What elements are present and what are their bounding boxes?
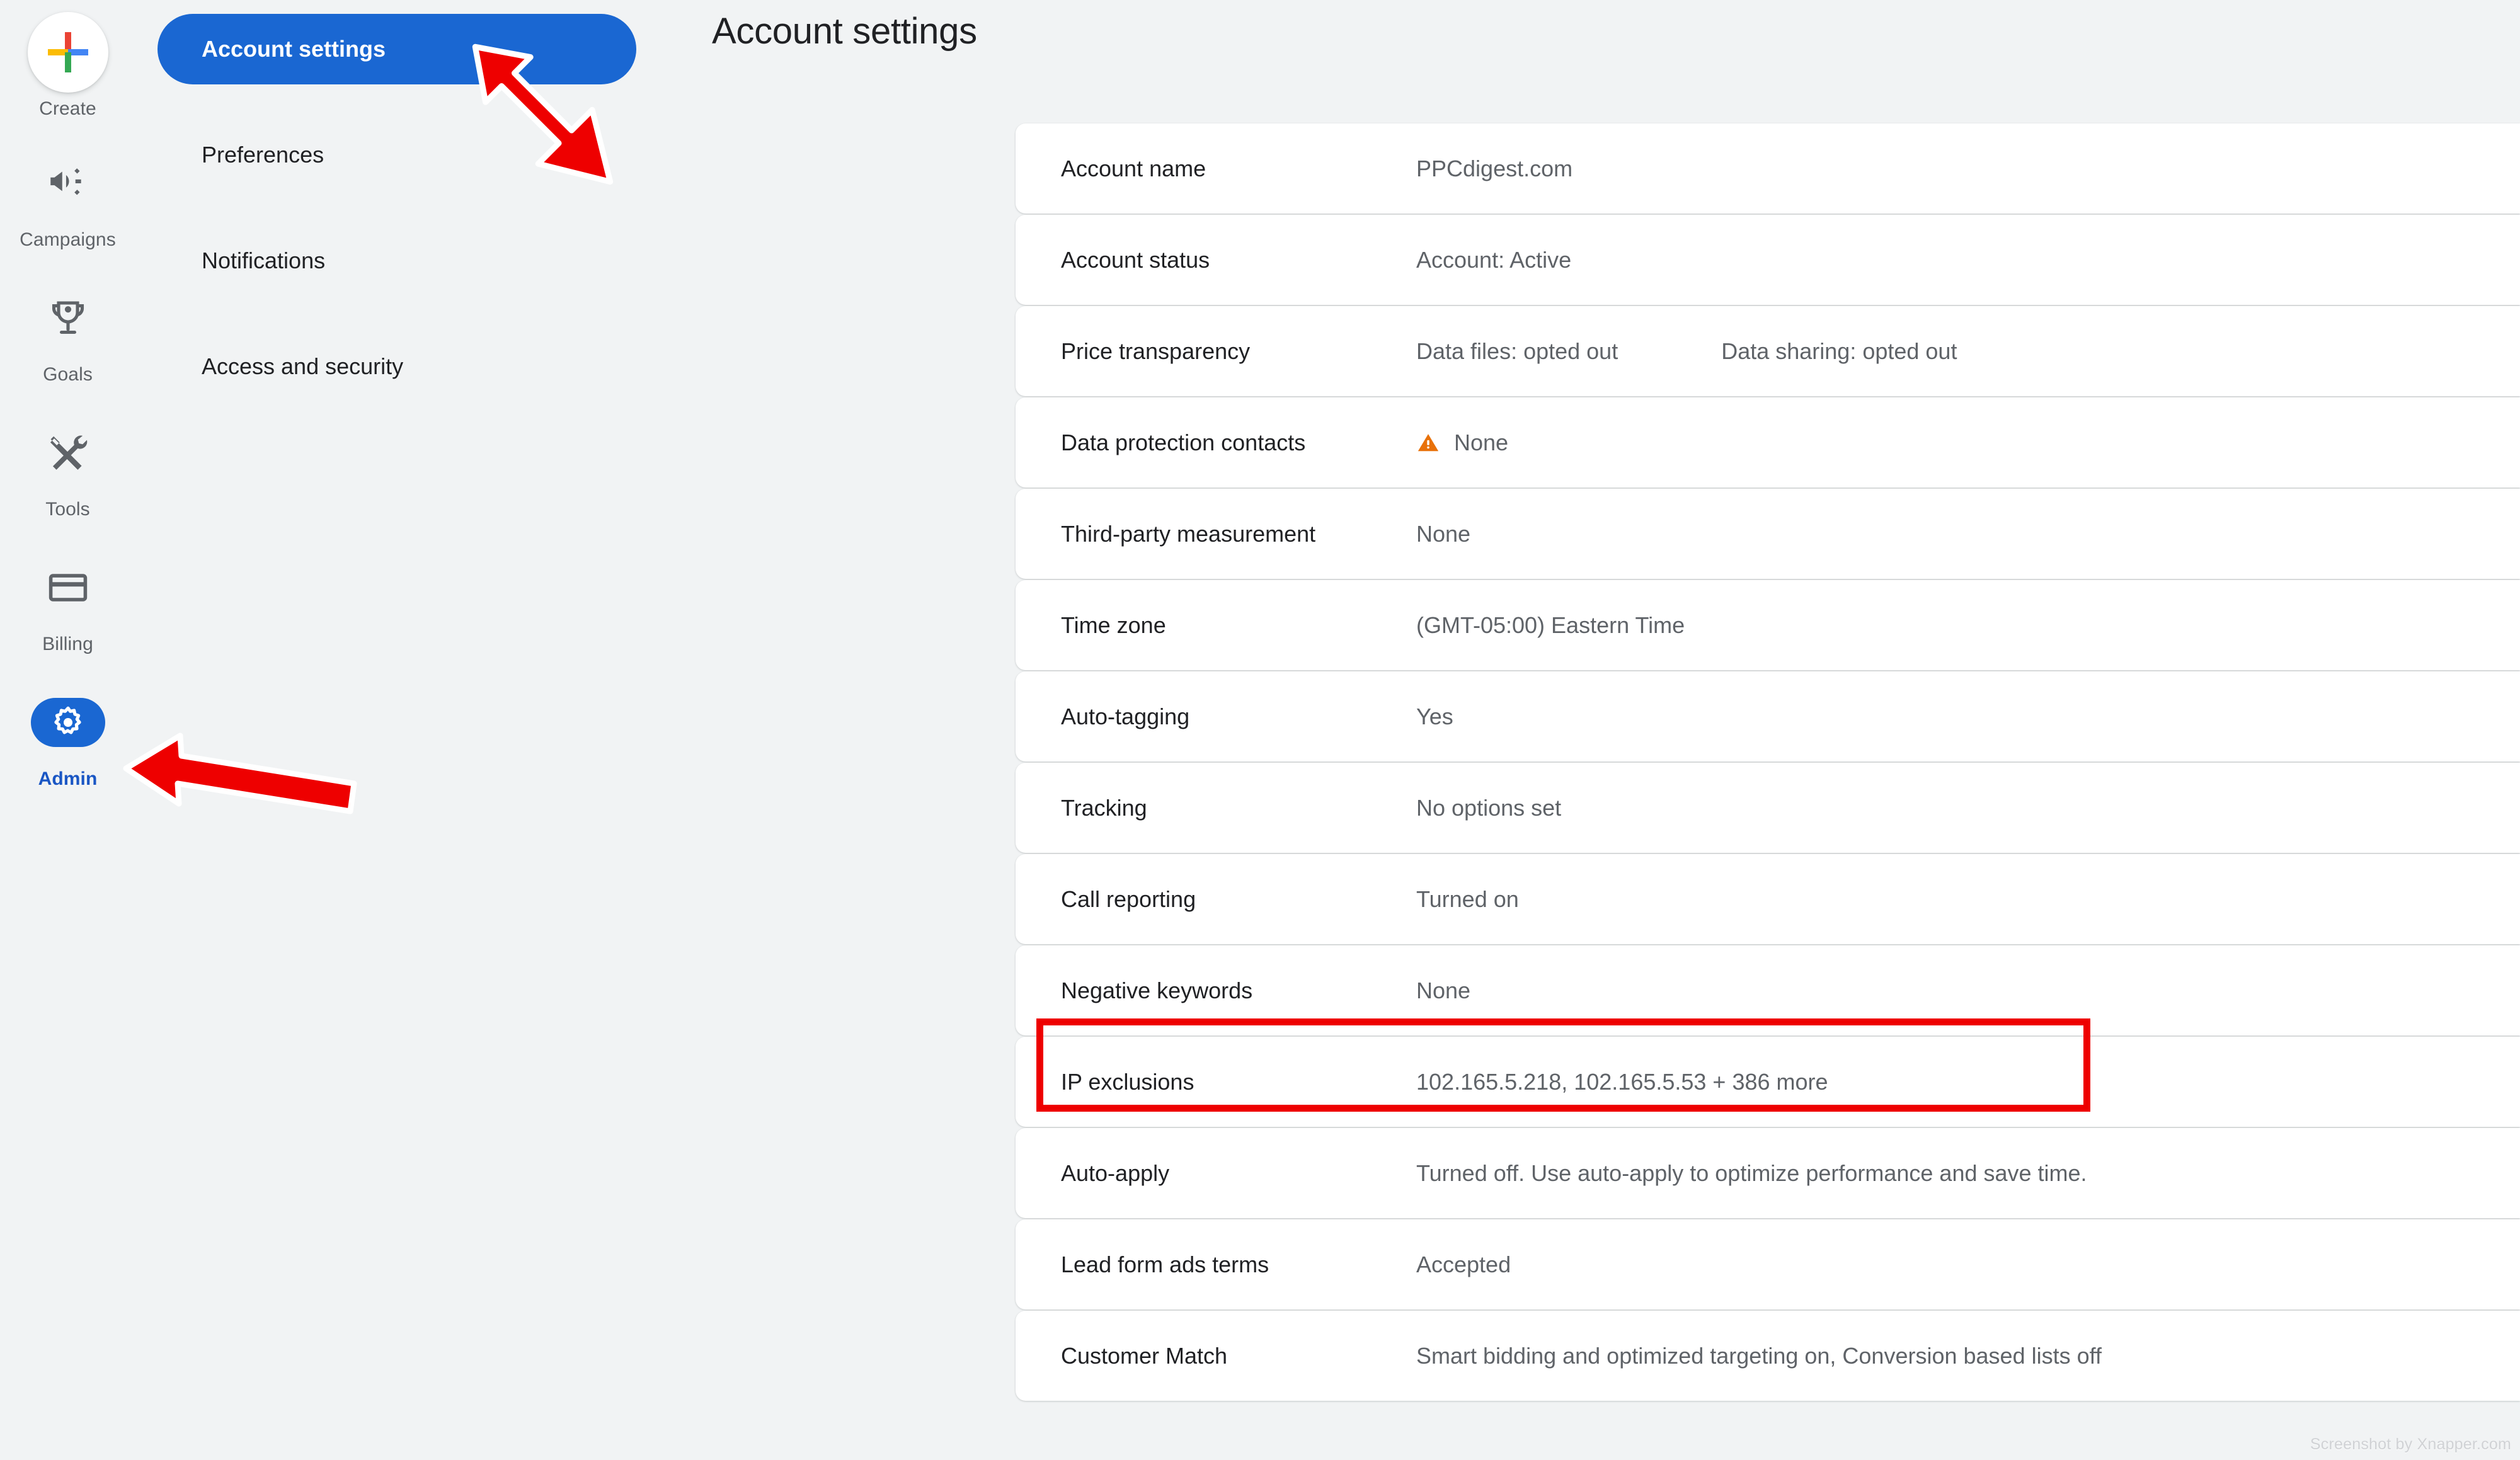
megaphone-icon [50,168,81,195]
nav-label-preferences: Preferences [202,142,324,168]
nav-item-account-settings[interactable]: Account settings [158,14,636,84]
rail-item-goals[interactable]: Goals [0,277,135,385]
gear-icon [54,706,81,734]
row-value: Turned on [1416,886,1519,912]
annotation-arrow-admin [123,733,357,814]
rail-label-admin: Admin [38,768,98,789]
rail-item-tools[interactable]: Tools [0,412,135,520]
secondary-nav: Account settings Preferences Notificatio… [158,14,636,437]
table-row[interactable]: Third-party measurement None [1016,489,2520,579]
row-label: Negative keywords [1061,977,1253,1003]
nav-item-access-and-security[interactable]: Access and security [158,331,636,402]
row-value: Account: Active [1416,246,1572,273]
nav-item-preferences[interactable]: Preferences [158,120,636,190]
table-row[interactable]: Customer Match Smart bidding and optimiz… [1016,1311,2520,1401]
table-row[interactable]: Price transparency Data files: opted out… [1016,306,2520,396]
rail-label-create: Create [39,98,96,119]
table-row-ip-exclusions[interactable]: IP exclusions 102.165.5.218, 102.165.5.5… [1016,1037,2520,1127]
table-row[interactable]: Auto-apply Turned off. Use auto-apply to… [1016,1128,2520,1218]
nav-label-notifications: Notifications [202,248,326,273]
row-value-container: None [1416,430,1508,456]
row-label: Data protection contacts [1061,429,1306,455]
admin-icon-box [27,682,109,763]
billing-icon-box [27,547,109,629]
create-icon-box [27,11,109,93]
row-value-secondary: Data sharing: opted out [1721,338,1957,364]
row-value: PPCdigest.com [1416,155,1573,181]
page-title: Account settings [712,11,977,52]
row-value: Yes [1416,703,1453,729]
table-row[interactable]: Lead form ads terms Accepted [1016,1219,2520,1309]
table-row[interactable]: Time zone (GMT-05:00) Eastern Time [1016,580,2520,670]
row-label: Tracking [1061,794,1147,821]
rail-label-billing: Billing [42,634,93,654]
google-plus-icon [47,32,88,72]
row-value: (GMT-05:00) Eastern Time [1416,612,1685,638]
create-circle [27,12,108,93]
table-row[interactable]: Account status Account: Active [1016,215,2520,305]
row-value: None [1416,977,1471,1003]
row-value: Data files: opted out [1416,338,1618,364]
campaigns-icon-box [27,142,109,224]
row-label: Price transparency [1061,338,1251,364]
watermark: Screenshot by Xnapper.com [2310,1435,2511,1453]
table-row[interactable]: Data protection contacts None [1016,397,2520,488]
row-value: No options set [1416,794,1562,821]
row-label: Auto-apply [1061,1160,1170,1186]
nav-label-access-and-security: Access and security [202,353,404,379]
trophy-icon [52,301,84,334]
row-value: Smart bidding and optimized targeting on… [1416,1342,2102,1369]
row-value: None [1454,429,1509,455]
rail-item-admin[interactable]: Admin [0,682,135,790]
row-value: Accepted [1416,1251,1511,1277]
rail-label-goals: Goals [43,364,93,385]
row-value: Turned off. Use auto-apply to optimize p… [1416,1160,2087,1186]
table-row[interactable]: Tracking No options set [1016,763,2520,853]
rail-label-campaigns: Campaigns [20,229,116,250]
table-row[interactable]: Account name PPCdigest.com [1016,123,2520,214]
credit-card-icon [49,574,87,602]
account-settings-table: Account name PPCdigest.com Account statu… [1016,123,2520,1402]
row-label: Time zone [1061,612,1166,638]
tools-icon [50,435,87,470]
nav-item-notifications[interactable]: Notifications [158,225,636,296]
row-label: Lead form ads terms [1061,1251,1269,1277]
row-label: Account status [1061,246,1210,273]
left-nav-rail: Create Campaigns Goals Tools Billing Adm… [0,0,135,1460]
rail-label-tools: Tools [45,499,90,520]
warning-triangle-icon [1416,431,1440,455]
row-label: Customer Match [1061,1342,1228,1369]
goals-icon-box [27,277,109,359]
row-label: Account name [1061,155,1206,181]
rail-item-create[interactable]: Create [0,11,135,120]
table-row[interactable]: Call reporting Turned on [1016,854,2520,944]
row-label: Third-party measurement [1061,520,1316,547]
tools-icon-box [27,412,109,494]
row-label: Auto-tagging [1061,703,1190,729]
row-value: None [1416,520,1471,547]
rail-item-billing[interactable]: Billing [0,547,135,655]
table-row[interactable]: Negative keywords None [1016,945,2520,1035]
nav-label-account-settings: Account settings [202,36,386,62]
row-label: IP exclusions [1061,1068,1194,1095]
row-value: 102.165.5.218, 102.165.5.53 + 386 more [1416,1068,1828,1095]
admin-pill[interactable] [30,698,105,747]
table-row[interactable]: Auto-tagging Yes [1016,671,2520,761]
rail-item-campaigns[interactable]: Campaigns [0,142,135,251]
row-label: Call reporting [1061,886,1196,912]
